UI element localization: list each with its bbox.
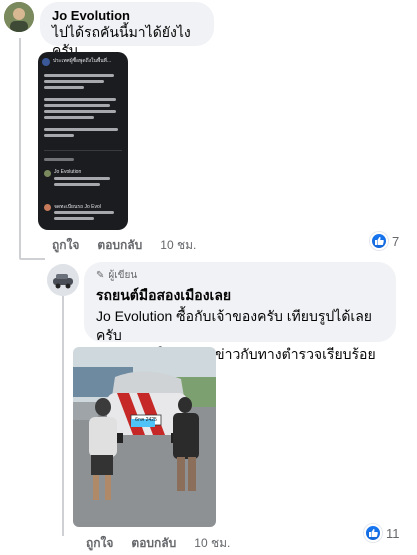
page-avatar-icon	[42, 58, 50, 66]
comment-time[interactable]: 10 ชม.	[194, 534, 230, 553]
screenshot-text-line	[54, 177, 110, 180]
reaction-count: 11	[386, 525, 400, 541]
reaction-summary-2[interactable]: 11	[364, 524, 400, 542]
screenshot-reply-name-2: จดทะเบียนรถ Jo Evol	[54, 204, 101, 210]
thread-line	[19, 38, 21, 258]
reply-button[interactable]: ตอบกลับ	[131, 534, 176, 553]
screenshot-text-line	[44, 80, 104, 83]
mention-link[interactable]: Jo Evolution	[96, 308, 172, 324]
avatar-jo-evolution[interactable]	[4, 2, 34, 32]
comment-bubble-1: Jo Evolution ไปได้รถคันนี้มาได้ยังไงครับ	[40, 2, 214, 58]
author-badge: ✎ ผู้เขียน	[96, 268, 384, 283]
screenshot-reply-name: Jo Evolution	[54, 169, 82, 175]
screenshot-text-line	[44, 110, 116, 113]
screenshot-text-line	[44, 158, 74, 161]
reaction-summary-1[interactable]: 7	[370, 232, 399, 250]
screenshot-text-line	[44, 134, 74, 137]
avatar-page[interactable]	[47, 264, 79, 296]
reply-button[interactable]: ตอบกลับ	[97, 236, 142, 255]
reply-thread-line	[62, 296, 64, 536]
screenshot-text-line	[44, 98, 116, 101]
thumbs-up-icon	[364, 524, 382, 542]
screenshot-text-line	[44, 74, 114, 77]
like-button[interactable]: ถูกใจ	[86, 534, 113, 553]
screenshot-text-line	[44, 104, 110, 107]
reaction-count: 7	[392, 233, 400, 249]
screenshot-text-line	[54, 217, 94, 220]
comment-time[interactable]: 10 ชม.	[160, 236, 196, 255]
comment-author[interactable]: Jo Evolution	[52, 8, 202, 23]
reply-avatar	[44, 170, 51, 177]
divider	[44, 150, 122, 151]
reply-avatar	[44, 204, 51, 211]
comment-author[interactable]: รถยนต์มือสองเมืองเลย	[96, 285, 384, 307]
screenshot-text-line	[54, 183, 100, 186]
comment-bubble-2: ✎ ผู้เขียน รถยนต์มือสองเมืองเลย Jo Evolu…	[84, 262, 396, 381]
like-button[interactable]: ถูกใจ	[52, 236, 79, 255]
comment-actions-2: ถูกใจ ตอบกลับ 10 ชม.	[86, 534, 230, 553]
comment-text: Jo Evolution ซื้อกับเจ้าของครับ เทียบรูป…	[96, 307, 384, 345]
pencil-icon: ✎	[96, 270, 105, 281]
screenshot-text-line	[44, 86, 84, 89]
comment-actions-1: ถูกใจ ตอบกลับ 10 ชม.	[52, 236, 196, 255]
screenshot-text-line	[54, 211, 114, 214]
comment-attachment-image[interactable]: ประเทศผู้ซื้อพูดถึงในพื้นที่... Jo Evolu…	[38, 52, 128, 230]
thumbs-up-icon	[370, 232, 388, 250]
comment-attachment-photo[interactable]: 6กค 2425	[73, 347, 216, 527]
thread-connector	[19, 258, 45, 260]
license-plate: 6กค 2425	[135, 417, 157, 423]
screenshot-text-line	[44, 128, 118, 131]
screenshot-text-line	[44, 116, 94, 119]
author-badge-label: ผู้เขียน	[108, 270, 138, 281]
screenshot-header: ประเทศผู้ซื้อพูดถึงในพื้นที่...	[53, 58, 112, 64]
